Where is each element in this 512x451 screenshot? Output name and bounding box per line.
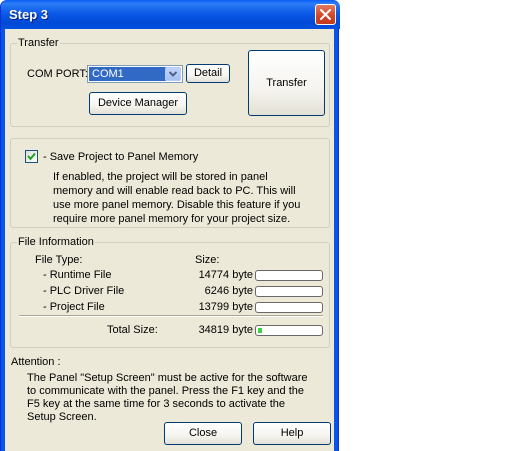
device-manager-button[interactable]: Device Manager xyxy=(89,92,187,115)
file-info-divider xyxy=(19,315,323,317)
transfer-button[interactable]: Transfer xyxy=(248,50,325,116)
total-size-progress-fill xyxy=(258,328,262,333)
total-size-label: Total Size: xyxy=(107,324,158,336)
dialog-client-area: Transfer COM PORT: COM1 Detail Device Ma… xyxy=(5,29,334,451)
save-project-checkbox[interactable] xyxy=(25,150,38,163)
project-file-label: - Project File xyxy=(43,301,105,313)
close-button[interactable]: Close xyxy=(164,422,242,445)
window-close-button[interactable] xyxy=(315,4,336,25)
com-port-select[interactable]: COM1 xyxy=(87,65,183,83)
save-project-description: If enabled, the project will be stored i… xyxy=(53,171,301,225)
transfer-group-legend: Transfer xyxy=(17,37,60,49)
total-size-value: 34819 byte xyxy=(198,324,253,336)
title-bar[interactable]: Step 3 xyxy=(1,0,340,29)
file-type-header: File Type: xyxy=(35,254,83,266)
total-size-progress xyxy=(255,325,323,336)
com-port-selected-value: COM1 xyxy=(89,67,166,81)
attention-text: The Panel "Setup Screen" must be active … xyxy=(27,372,308,423)
file-information-legend: File Information xyxy=(17,236,95,248)
help-button[interactable]: Help xyxy=(253,422,331,445)
runtime-file-label: - Runtime File xyxy=(43,269,112,281)
project-file-progress xyxy=(255,302,323,313)
com-port-dropdown-button[interactable] xyxy=(165,67,181,81)
attention-label: Attention : xyxy=(11,356,61,368)
plc-driver-file-progress xyxy=(255,286,323,297)
step3-dialog: Step 3 Transfer COM PORT: COM1 Detail De… xyxy=(0,0,340,451)
runtime-file-size: 14774 byte xyxy=(198,269,253,281)
window-title: Step 3 xyxy=(9,7,49,22)
plc-driver-file-label: - PLC Driver File xyxy=(43,285,125,297)
save-project-label[interactable]: - Save Project to Panel Memory xyxy=(43,151,198,163)
size-header: Size: xyxy=(195,254,220,266)
plc-driver-file-size: 6246 byte xyxy=(204,285,253,297)
detail-button[interactable]: Detail xyxy=(186,64,230,83)
close-icon xyxy=(320,9,331,20)
chevron-down-icon xyxy=(169,71,177,77)
checkmark-icon xyxy=(27,152,36,161)
runtime-file-progress xyxy=(255,270,323,281)
com-port-label: COM PORT: xyxy=(27,68,88,80)
project-file-size: 13799 byte xyxy=(198,301,253,313)
